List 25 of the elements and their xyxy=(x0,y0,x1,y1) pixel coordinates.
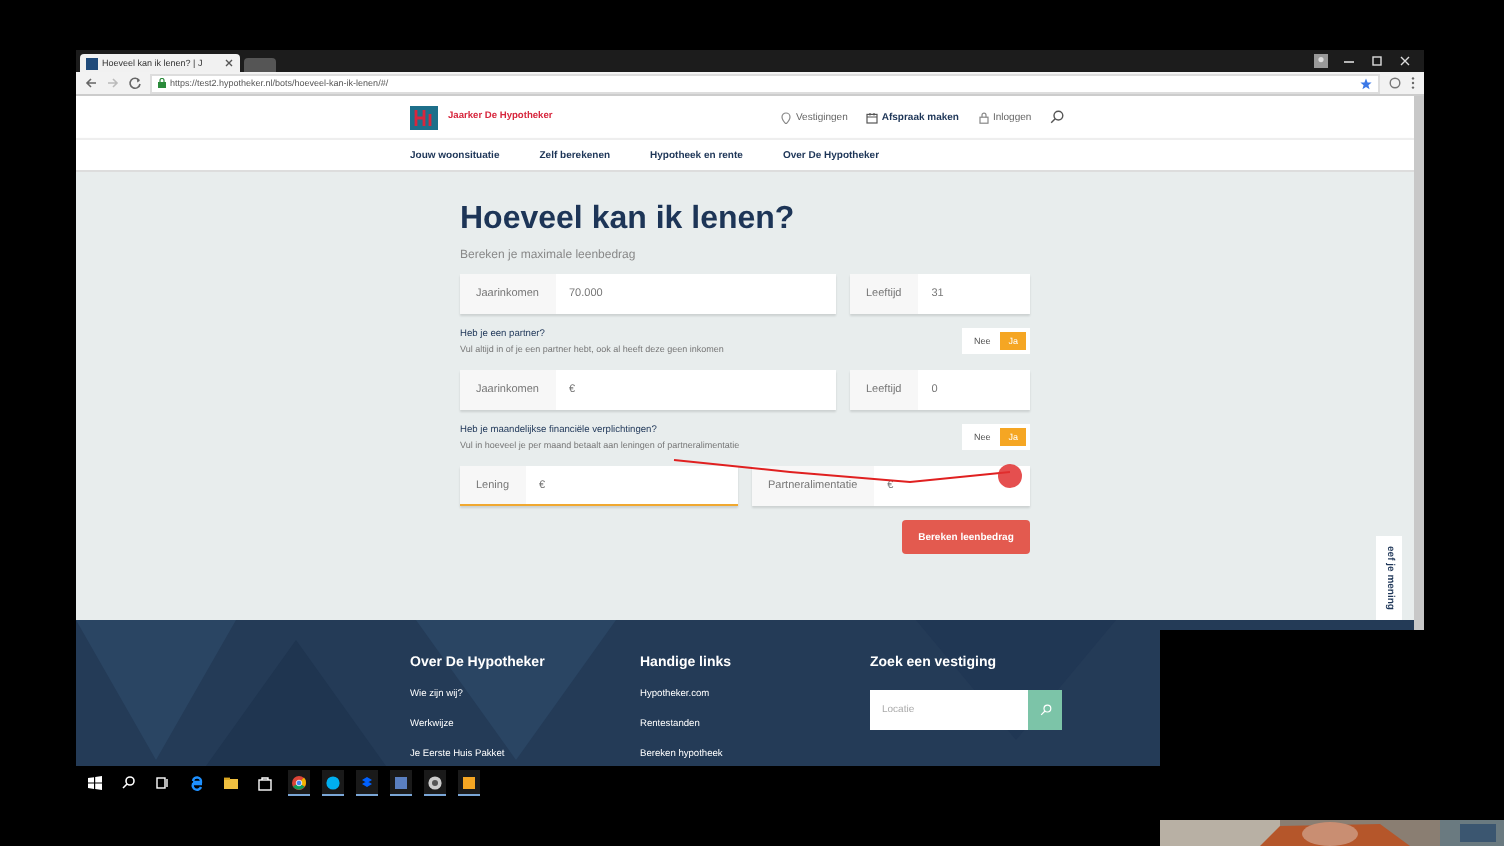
menu-icon[interactable] xyxy=(1410,76,1416,90)
calendar-icon xyxy=(865,111,878,123)
search-icon[interactable] xyxy=(1049,110,1064,124)
close-icon[interactable] xyxy=(224,58,234,68)
box-icon[interactable] xyxy=(358,773,376,791)
folder-icon[interactable] xyxy=(222,774,240,792)
search-icon[interactable] xyxy=(120,774,138,792)
back-icon[interactable] xyxy=(84,76,98,90)
browser-icon[interactable] xyxy=(188,774,206,792)
maximize-icon[interactable] xyxy=(1370,54,1384,68)
search-icon xyxy=(1039,704,1051,716)
app-icon[interactable] xyxy=(392,773,410,791)
favicon-icon xyxy=(86,57,98,69)
logo-icon[interactable] xyxy=(410,105,438,129)
star-icon[interactable] xyxy=(1360,77,1372,89)
document-icon[interactable] xyxy=(460,773,478,791)
windows-icon[interactable] xyxy=(86,774,104,792)
pin-icon xyxy=(780,111,792,123)
chrome-icon[interactable] xyxy=(290,773,308,791)
lock-icon xyxy=(977,111,989,123)
reload-icon[interactable] xyxy=(128,76,142,90)
bag-icon[interactable] xyxy=(256,774,274,792)
lock-icon xyxy=(158,78,166,88)
page-title: Hoeveel kan ik lenen? xyxy=(460,202,797,238)
task-view-icon[interactable] xyxy=(154,774,172,792)
